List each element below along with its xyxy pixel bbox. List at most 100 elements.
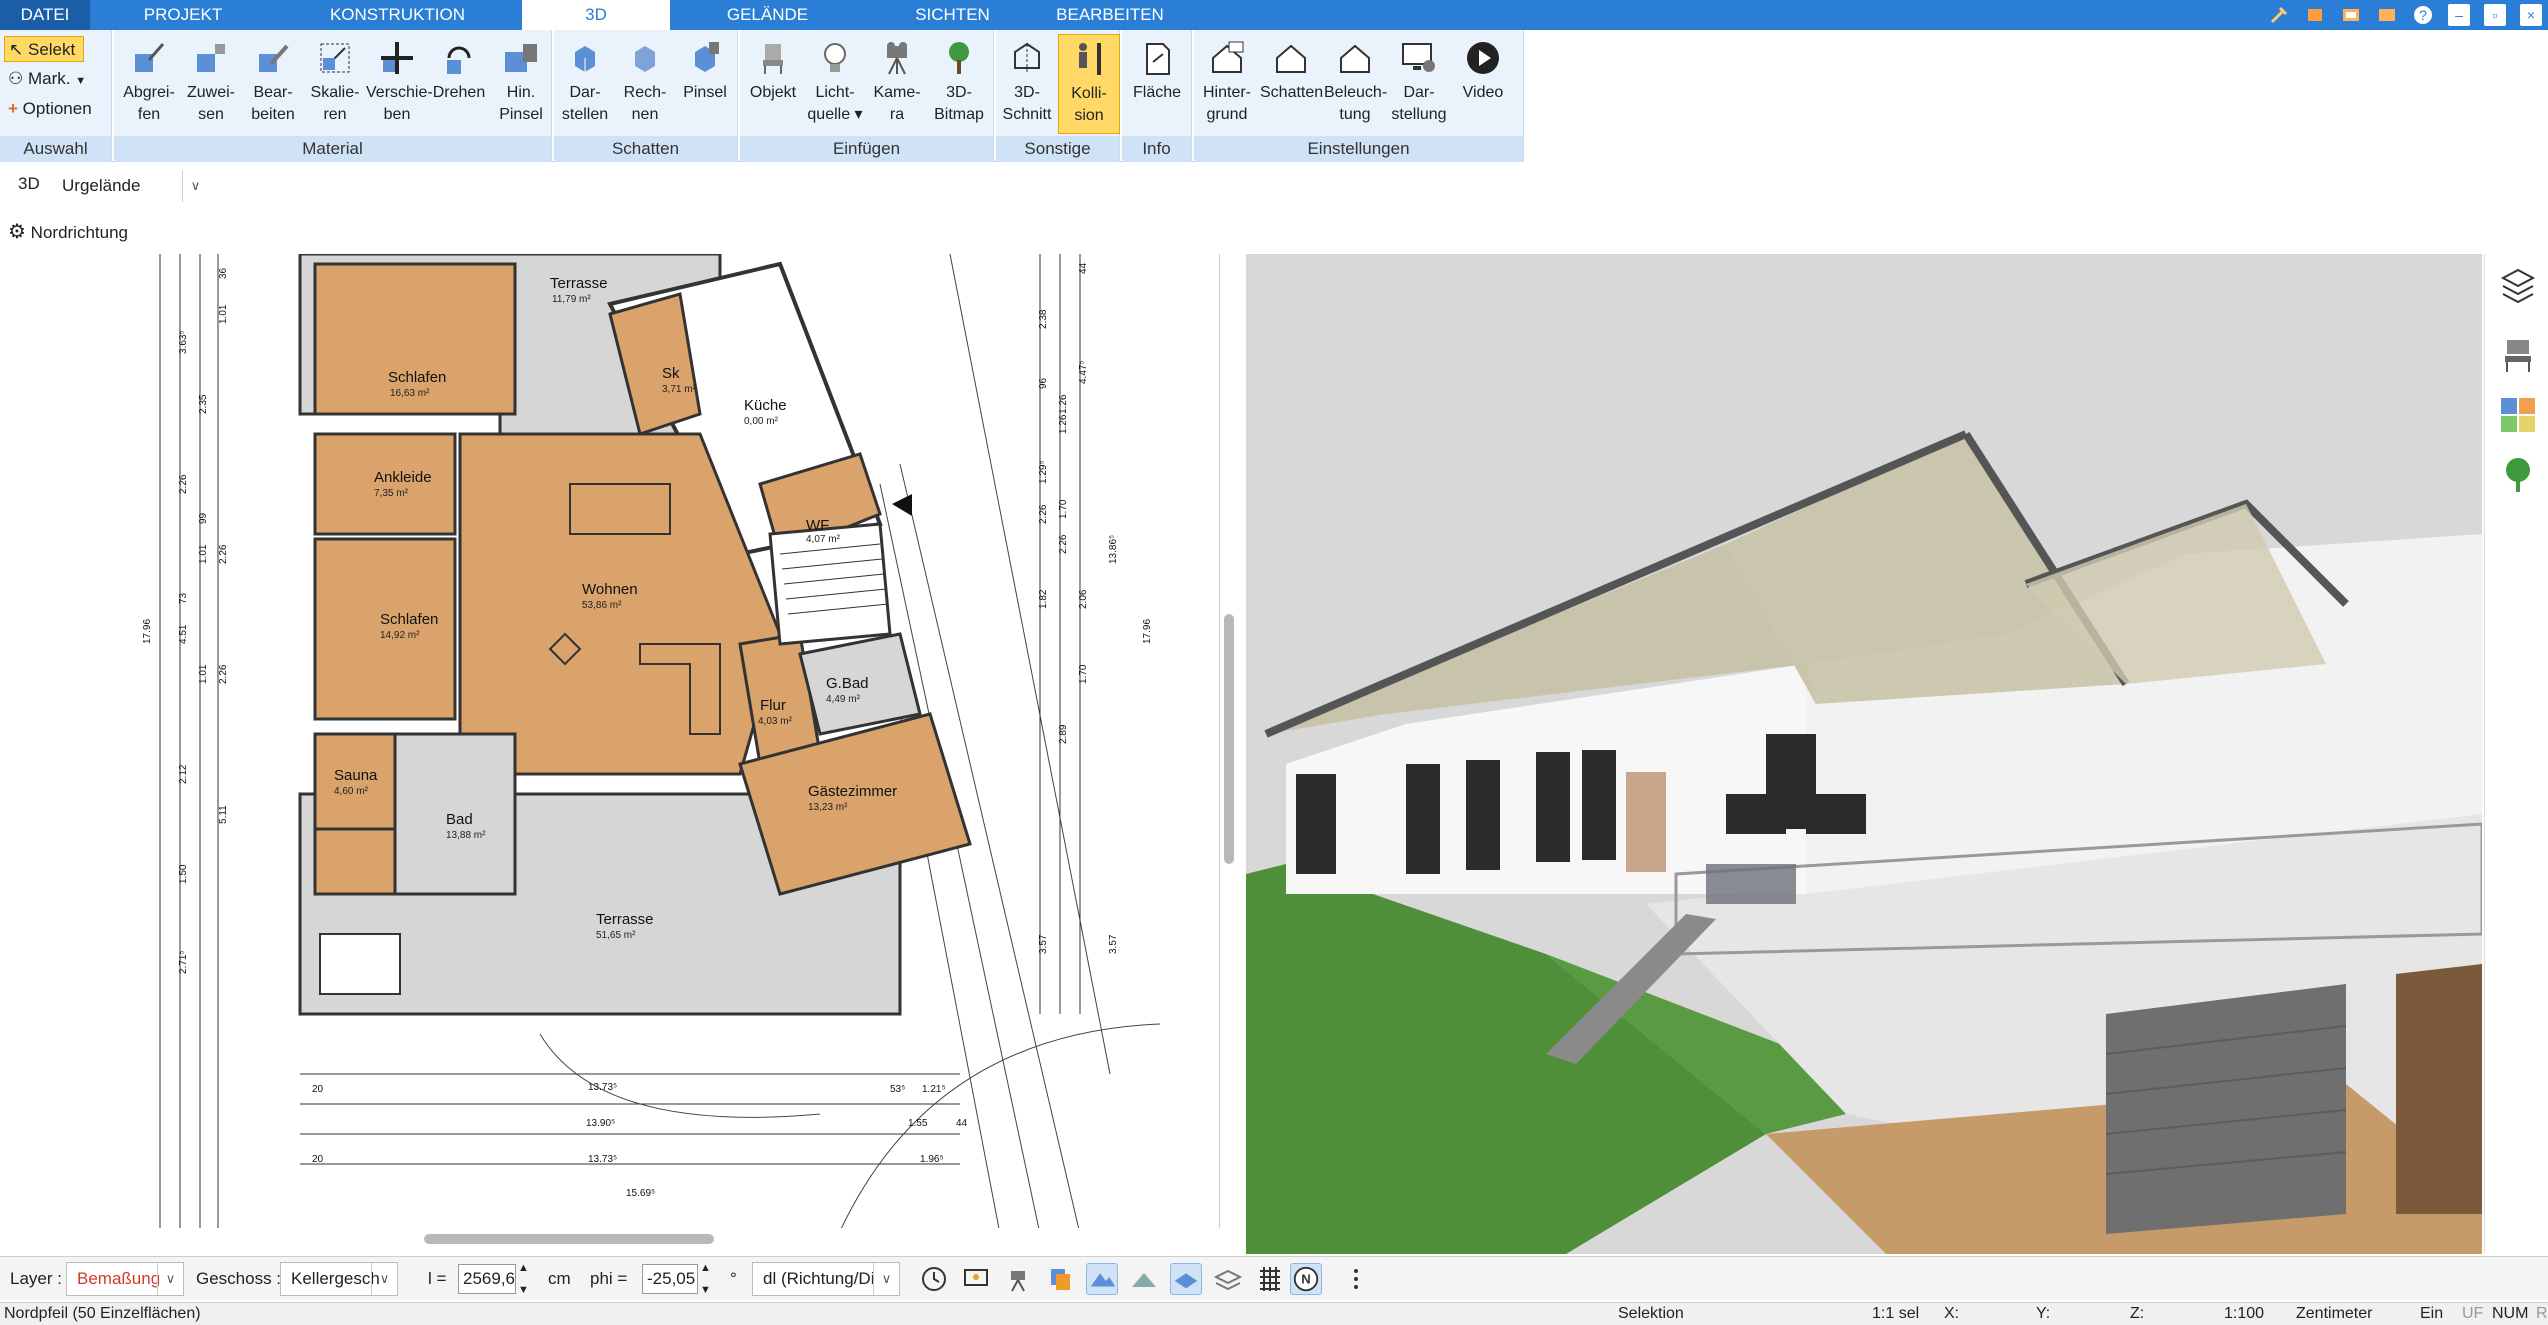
layout-icon[interactable] — [2376, 4, 2398, 26]
chevron-down-icon: ∨ — [157, 1263, 183, 1295]
insert-object-button[interactable]: Objekt — [742, 34, 804, 134]
room-label: Bad — [446, 811, 473, 828]
rotate-material-button[interactable]: Drehen — [428, 34, 490, 134]
phi-input[interactable]: -25,05 — [642, 1264, 698, 1294]
display-button[interactable]: Dar- stellung — [1388, 34, 1450, 134]
dim-left-label: 2.26 — [178, 474, 189, 494]
materials-icon[interactable] — [2497, 394, 2539, 436]
ribbon-group-einfuegen: Objekt Licht- quelle ▾ Kame- ra 3D- Bitm… — [740, 30, 994, 162]
floor-plan-view[interactable]: 17.96 3.63⁵ 2.35 2.26 99 1.01 2.26 73 4.… — [0, 254, 1220, 1228]
panel-icon[interactable] — [2340, 4, 2362, 26]
bath-corner-area[interactable] — [313, 827, 397, 896]
move-material-button[interactable]: Verschie- ben — [366, 34, 433, 134]
bathtub-icon[interactable] — [319, 933, 401, 995]
svg-text:?: ? — [2419, 7, 2427, 23]
minimize-button[interactable]: – — [2448, 4, 2470, 26]
garage-door[interactable] — [2106, 984, 2346, 1234]
help-icon[interactable]: ? — [2412, 4, 2434, 26]
surface-icon[interactable] — [1170, 1263, 1202, 1295]
close-button[interactable]: × — [2520, 4, 2542, 26]
assign-material-button[interactable]: Zuwei- sen — [180, 34, 242, 134]
show-shadow-button[interactable]: Dar- stellen — [554, 34, 616, 134]
video-button[interactable]: Video — [1452, 34, 1514, 134]
north-icon[interactable]: N — [1290, 1263, 1322, 1295]
terrain-select[interactable]: Urgelände ∨ — [52, 170, 208, 204]
tab-konstruktion[interactable]: KONSTRUKTION — [310, 0, 485, 30]
terrain-icon[interactable] — [1086, 1263, 1118, 1295]
shadow-brush-button[interactable]: Pinsel — [674, 34, 736, 134]
dim-bottom-label: 15.69⁵ — [626, 1188, 655, 1199]
tab-bearbeiten[interactable]: BEARBEITEN — [1040, 0, 1180, 30]
dim-right-label: 2.06 — [1078, 589, 1089, 609]
background-brush-button[interactable]: Hin. Pinsel — [490, 34, 552, 134]
tab-datei[interactable]: DATEI — [0, 0, 90, 30]
tab-sichten[interactable]: SICHTEN — [880, 0, 1025, 30]
background-button[interactable]: Hinter- grund — [1196, 34, 1258, 134]
dl-select[interactable]: dl (Richtung/Di ∨ — [752, 1262, 900, 1296]
collision-button[interactable]: Kolli- sion — [1058, 34, 1120, 134]
chair-icon[interactable] — [2497, 334, 2539, 376]
lighting-button[interactable]: Beleuch- tung — [1324, 34, 1387, 134]
layer-select[interactable]: Bemaßung ∨ — [66, 1262, 184, 1296]
tools-icon[interactable] — [2268, 4, 2290, 26]
options-button[interactable]: + Optionen — [4, 96, 108, 122]
chevron-down-icon: ▼ — [75, 75, 87, 87]
area-button[interactable]: Fläche — [1126, 34, 1188, 134]
status-ein: Ein — [2420, 1305, 2444, 1322]
copy-icon[interactable] — [1044, 1263, 1076, 1295]
insert-camera-button[interactable]: Kame- ra — [866, 34, 928, 134]
floor-plan-drawing[interactable]: 17.96 3.63⁵ 2.35 2.26 99 1.01 2.26 73 4.… — [0, 254, 1220, 1228]
tab-projekt[interactable]: PROJEKT — [118, 0, 248, 30]
dim-left-label: 2.71⁵ — [178, 950, 189, 974]
room-area: 14,92 m² — [380, 630, 420, 641]
3d-house-render[interactable] — [1246, 254, 2482, 1254]
north-direction-button[interactable]: ⚙ Nordrichtung — [8, 216, 128, 248]
dim-left-label: 5.11 — [218, 805, 229, 824]
grass-icon[interactable] — [1128, 1263, 1160, 1295]
calculate-shadow-button[interactable]: Rech- nen — [614, 34, 676, 134]
phi-unit: ° — [730, 1269, 737, 1288]
dim-left-label: 2.26 — [218, 544, 229, 564]
3d-section-button[interactable]: 3D- Schnitt — [996, 34, 1058, 134]
horizontal-scrollbar[interactable] — [424, 1234, 714, 1244]
house-shadow-icon — [1276, 44, 1306, 73]
phi-stepper[interactable]: ▲ ▼ — [700, 1257, 711, 1301]
tree-icon[interactable] — [2497, 454, 2539, 496]
more-options-icon[interactable] — [1340, 1263, 1372, 1295]
dim-right-label: 1.29⁵ — [1038, 460, 1049, 484]
clock-icon[interactable] — [918, 1263, 950, 1295]
length-input[interactable]: 2569,6 — [458, 1264, 516, 1294]
floor-select[interactable]: Kellergesch ∨ — [280, 1262, 398, 1296]
dim-right-label: 2.26 — [1058, 534, 1069, 554]
dim-bottom-label: 20 — [312, 1154, 324, 1165]
edit-material-icon — [259, 44, 289, 72]
monitor-icon[interactable] — [960, 1263, 992, 1295]
dim-bottom-label: 1.96⁵ — [920, 1154, 944, 1165]
tree-icon — [949, 42, 969, 74]
mark-button[interactable]: ⚇ Mark. ▼ — [4, 66, 104, 92]
tab-gelaende[interactable]: GELÄNDE — [700, 0, 835, 30]
dim-bottom-label: 13.73⁵ — [588, 1154, 617, 1165]
tab-3d[interactable]: 3D — [522, 0, 670, 30]
3d-view[interactable] — [1246, 254, 2482, 1254]
dim-right-label: 1.70 — [1078, 664, 1089, 684]
north-arrow-icon[interactable] — [892, 494, 912, 516]
window-icon[interactable] — [2304, 4, 2326, 26]
insert-3d-bitmap-button[interactable]: 3D- Bitmap — [928, 34, 990, 134]
status-scale: 1:100 — [2224, 1305, 2265, 1322]
edit-material-button[interactable]: Bear- beiten — [242, 34, 304, 134]
layers-flat-icon[interactable] — [1212, 1263, 1244, 1295]
room-schlafen-2-area[interactable] — [313, 537, 457, 721]
layers-icon[interactable] — [2497, 264, 2539, 306]
group-title-info: Info — [1122, 136, 1191, 162]
restore-button[interactable]: ▫ — [2484, 4, 2506, 26]
vertical-scrollbar[interactable] — [1224, 614, 1234, 864]
pick-material-button[interactable]: Abgrei- fen — [118, 34, 180, 134]
grid-icon[interactable] — [1254, 1263, 1286, 1295]
length-stepper[interactable]: ▲ ▼ — [518, 1257, 529, 1301]
select-button[interactable]: ↖ Selekt — [4, 36, 84, 62]
scale-material-button[interactable]: Skalie- ren — [304, 34, 366, 134]
insert-light-button[interactable]: Licht- quelle ▾ — [804, 34, 866, 134]
shadow-settings-button[interactable]: Schatten — [1260, 34, 1323, 134]
camera-icon[interactable] — [1002, 1263, 1034, 1295]
